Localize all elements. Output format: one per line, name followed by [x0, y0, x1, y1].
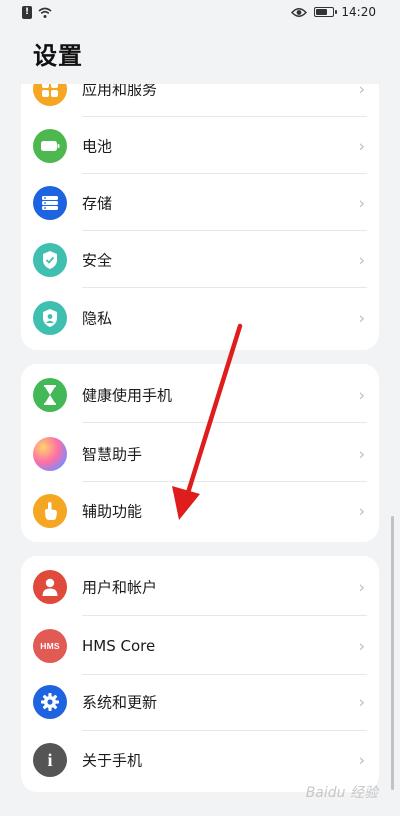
wifi-icon: [38, 7, 52, 18]
settings-row[interactable]: 智慧助手 ›: [21, 425, 379, 482]
chevron-right-icon: ›: [358, 136, 365, 155]
settings-row-label: 健康使用手机: [82, 386, 173, 404]
status-time: 14:20: [341, 5, 376, 19]
battery-icon: [33, 128, 67, 163]
settings-row-label: 系统和更新: [82, 693, 158, 712]
row-divider: [82, 422, 367, 423]
settings-row[interactable]: 用户和帐户 ›: [21, 558, 379, 616]
settings-screen: ! 14:20 设置 应用和服务 › 电池 › 存储 › 安全 › 隐私 › 健康使用手机 › 智慧助…: [0, 0, 400, 816]
settings-row-label: HMS Core: [82, 637, 156, 655]
chevron-right-icon: ›: [358, 84, 365, 98]
settings-row[interactable]: 电池 ›: [21, 117, 379, 174]
apps-icon: [33, 84, 67, 106]
gear-icon: [33, 685, 67, 719]
watermark: Baidu 经验: [305, 785, 378, 801]
settings-row-label: 电池: [82, 137, 113, 155]
chevron-right-icon: ›: [358, 636, 365, 656]
status-right: 14:20: [291, 5, 376, 19]
settings-row[interactable]: 安全 ›: [21, 231, 379, 288]
shield-icon: [33, 242, 67, 277]
settings-row-label: 关于手机: [82, 751, 143, 770]
settings-row[interactable]: 系统和更新 ›: [21, 673, 379, 731]
settings-row[interactable]: 应用和服务 ›: [21, 84, 379, 117]
settings-row-label: 应用和服务: [82, 84, 158, 98]
scrollbar[interactable]: [391, 516, 394, 790]
chevron-right-icon: ›: [358, 193, 365, 212]
hand-icon: [33, 493, 67, 528]
chevron-right-icon: ›: [358, 250, 365, 269]
chevron-right-icon: ›: [358, 501, 365, 520]
settings-group-1: 应用和服务 › 电池 › 存储 › 安全 › 隐私 ›: [21, 84, 379, 350]
info-icon: i: [33, 743, 67, 777]
chevron-right-icon: ›: [358, 750, 365, 770]
user-icon: [33, 570, 67, 604]
settings-row-label: 安全: [82, 251, 113, 269]
settings-group-2: 健康使用手机 › 智慧助手 › 辅助功能 ›: [21, 364, 379, 542]
hms-icon: HMS: [33, 629, 67, 663]
settings-row[interactable]: 存储 ›: [21, 174, 379, 231]
settings-row[interactable]: 健康使用手机 ›: [21, 366, 379, 423]
settings-row[interactable]: i 关于手机 ›: [21, 731, 379, 789]
chevron-right-icon: ›: [358, 308, 365, 327]
chevron-right-icon: ›: [358, 577, 365, 597]
settings-row[interactable]: HMS HMS Core ›: [21, 617, 379, 675]
battery-fill: [316, 9, 327, 15]
storage-icon: [33, 185, 67, 220]
settings-row[interactable]: 辅助功能 ›: [21, 482, 379, 539]
chevron-right-icon: ›: [358, 385, 365, 404]
settings-row-label: 隐私: [82, 309, 113, 327]
row-divider: [82, 287, 367, 288]
privacy-icon: [33, 300, 67, 335]
chevron-right-icon: ›: [358, 444, 365, 463]
chevron-right-icon: ›: [358, 692, 365, 712]
hourglass-icon: [33, 377, 67, 412]
settings-row-label: 存储: [82, 194, 113, 212]
row-divider: [82, 615, 367, 616]
settings-row-label: 辅助功能: [82, 502, 143, 520]
settings-row[interactable]: 隐私 ›: [21, 289, 379, 346]
settings-group-3: 用户和帐户 › HMS HMS Core › 系统和更新 › i 关于手机 ›: [21, 556, 379, 792]
alert-icon: !: [22, 6, 32, 19]
page-title: 设置: [33, 42, 83, 70]
settings-row-label: 用户和帐户: [82, 578, 158, 597]
assistant-icon: [33, 436, 67, 471]
status-bar: ! 14:20: [0, 0, 400, 28]
battery-icon: [314, 7, 338, 17]
eye-icon: [291, 7, 308, 17]
status-left: !: [22, 6, 52, 19]
settings-row-label: 智慧助手: [82, 445, 143, 463]
